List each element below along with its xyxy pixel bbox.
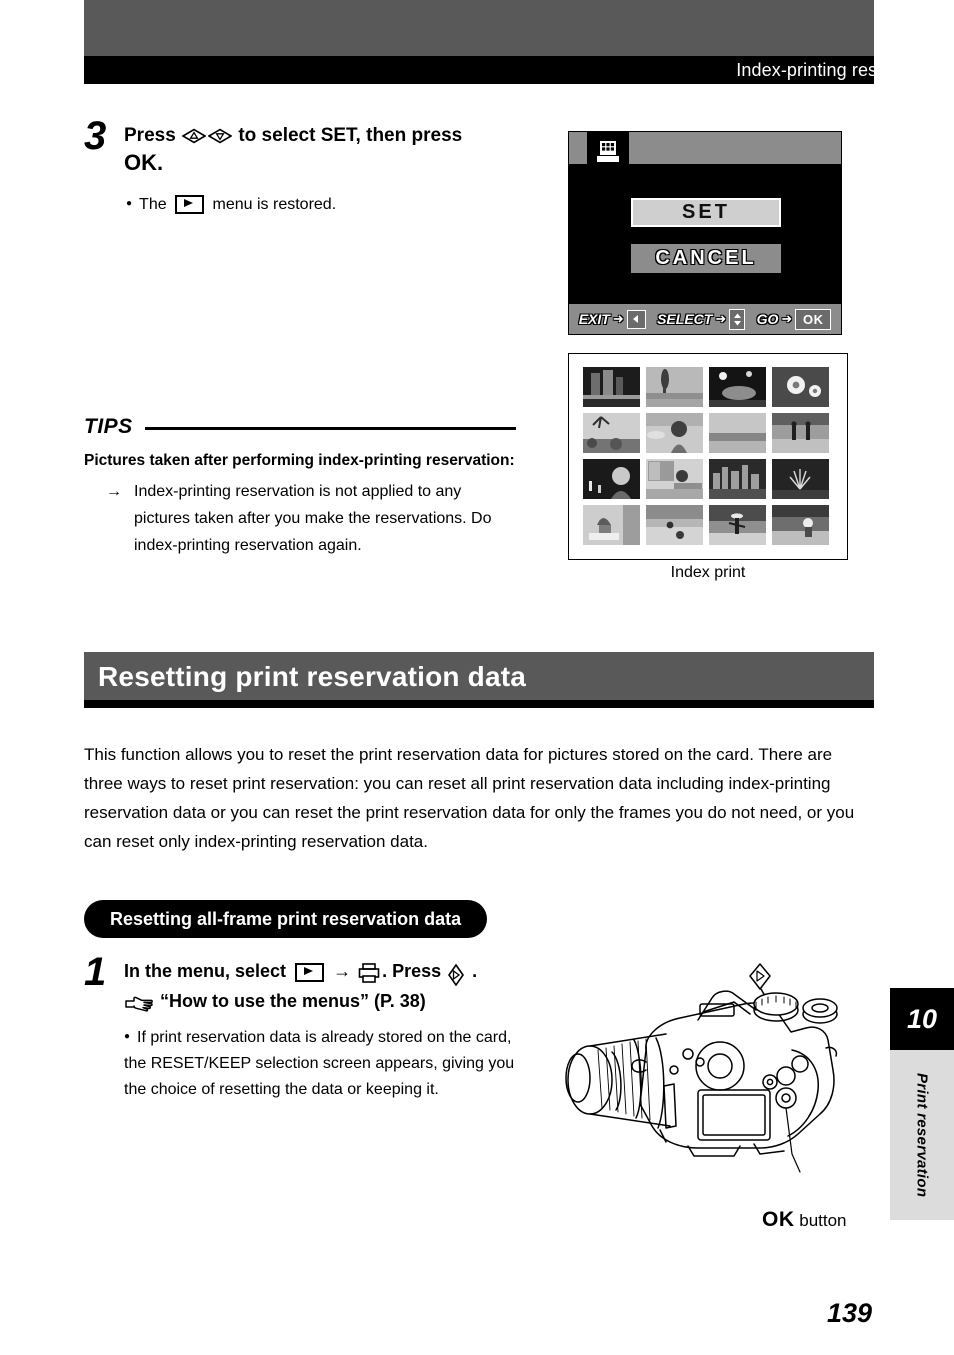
subsection-pill: Resetting all-frame print reservation da… <box>84 900 488 938</box>
chapter-name-text: Print reservation <box>913 1072 931 1198</box>
step-1-bullet-text: If print reservation data is already sto… <box>124 1029 514 1098</box>
step-1-number: 1 <box>84 950 107 994</box>
chapter-name-tab: Print reservation <box>890 1050 954 1220</box>
step-1-bullet: If print reservation data is already sto… <box>124 1024 534 1103</box>
lcd-status-select-arrow: ➜ <box>715 311 727 326</box>
chapter-number-tab: 10 <box>890 988 954 1050</box>
thumbnail <box>583 367 640 407</box>
section-banner-underline <box>84 700 874 708</box>
lcd-index-print-tab <box>587 132 629 174</box>
camera-lcd-mockup: SET CANCEL EXIT ➜ SELECT ➜ GO ➜ OK <box>568 131 842 335</box>
ok-button-callout: OK button <box>762 1208 847 1232</box>
header-gray-band <box>84 0 874 56</box>
step-1-reference: “How to use the menus” (P. 38) <box>124 986 534 1016</box>
playback-menu-icon <box>295 962 325 982</box>
camera-illustration <box>548 958 878 1208</box>
tips-block: TIPS Pictures taken after performing ind… <box>84 415 516 559</box>
index-print-figure <box>568 353 848 560</box>
step-1-head-after: . Press <box>382 961 442 981</box>
step-3-block: 3 Press to select SET, then press OK. Th… <box>84 116 524 217</box>
thumbnail <box>646 459 703 499</box>
step-3-bullet-before: The <box>126 196 167 213</box>
thumbnail <box>772 367 829 407</box>
step-1-head-before: In the menu, select <box>124 961 287 981</box>
thumbnail <box>772 505 829 545</box>
page-running-head: Index-printing reservation <box>736 60 942 80</box>
step-3-number: 3 <box>84 114 107 158</box>
thumbnail <box>709 413 766 453</box>
tips-header: TIPS <box>84 415 516 439</box>
thumbnail <box>646 413 703 453</box>
tips-item: → Index-printing reservation is not appl… <box>106 478 516 559</box>
playback-menu-icon <box>175 195 205 215</box>
step-3-bullet-after: menu is restored. <box>212 196 337 213</box>
lcd-status-select: SELECT ➜ <box>657 308 746 330</box>
step-3-heading: Press to select SET, then press OK. <box>124 122 524 176</box>
tips-subheading: Pictures taken after performing index-pr… <box>84 452 515 469</box>
thumbnail <box>709 505 766 545</box>
step-1-block: 1 In the menu, select → . Press . “How t… <box>84 952 534 1103</box>
printer-icon <box>358 962 380 984</box>
arrow-pad-right-icon <box>447 964 471 987</box>
thumbnail <box>583 505 640 545</box>
step-1-reference-text: “How to use the menus” (P. 38) <box>160 991 426 1011</box>
section-banner: Resetting print reservation data <box>84 652 874 700</box>
thumbnail <box>772 459 829 499</box>
step-1-heading: In the menu, select → . Press . <box>124 956 534 987</box>
lcd-status-exit-label: EXIT <box>578 311 610 327</box>
lcd-status-go: GO ➜ OK <box>756 308 832 330</box>
step-3-bullet: The menu is restored. <box>126 192 524 217</box>
thumbnail <box>583 413 640 453</box>
index-print-icon <box>596 139 620 170</box>
index-print-caption: Index print <box>670 564 746 581</box>
arrow-pad-up-icon <box>182 128 207 144</box>
lcd-status-exit: EXIT ➜ <box>578 309 646 329</box>
thumbnail <box>646 367 703 407</box>
arrow-pad-down-icon <box>208 128 233 144</box>
step-3-ok-word: OK. <box>124 150 164 175</box>
thumbnail <box>709 459 766 499</box>
step-1-head-end: . <box>472 961 478 981</box>
page-number: 139 <box>826 1298 872 1328</box>
thumbnail <box>646 505 703 545</box>
left-arrow-key-icon <box>626 309 646 329</box>
section-intro-paragraph: This function allows you to reset the pr… <box>84 745 855 851</box>
lcd-status-go-label: GO <box>756 311 779 327</box>
index-print-thumbnail-grid <box>583 367 829 545</box>
step-1-head-arrow: → <box>333 961 352 981</box>
thumbnail <box>583 459 640 499</box>
tips-label: TIPS <box>84 415 133 438</box>
section-title: Resetting print reservation data <box>98 661 527 692</box>
step-3-head-mid: to select SET, then press <box>238 125 463 146</box>
lcd-status-bar: EXIT ➜ SELECT ➜ GO ➜ OK <box>569 304 841 334</box>
step-3-head-before: Press <box>124 125 176 146</box>
thumbnail <box>709 367 766 407</box>
ok-key-icon: OK <box>795 308 832 330</box>
lcd-set-button[interactable]: SET <box>631 198 781 227</box>
tips-divider <box>144 426 516 430</box>
ok-button-callout-bold: OK <box>762 1208 795 1231</box>
lcd-status-go-arrow: ➜ <box>781 311 793 326</box>
pointing-hand-icon <box>124 992 154 1012</box>
tips-arrow-icon: → <box>106 483 122 500</box>
subsection-title: Resetting all-frame print reservation da… <box>110 908 462 929</box>
lcd-cancel-button[interactable]: CANCEL <box>631 244 781 273</box>
lcd-status-exit-arrow: ➜ <box>612 311 624 326</box>
ok-button-callout-rest: button <box>799 1211 847 1230</box>
thumbnail <box>772 413 829 453</box>
lcd-status-select-label: SELECT <box>657 311 713 327</box>
up-down-arrow-key-icon <box>729 308 746 330</box>
tips-item-text: Index-printing reservation is not applie… <box>134 483 492 554</box>
